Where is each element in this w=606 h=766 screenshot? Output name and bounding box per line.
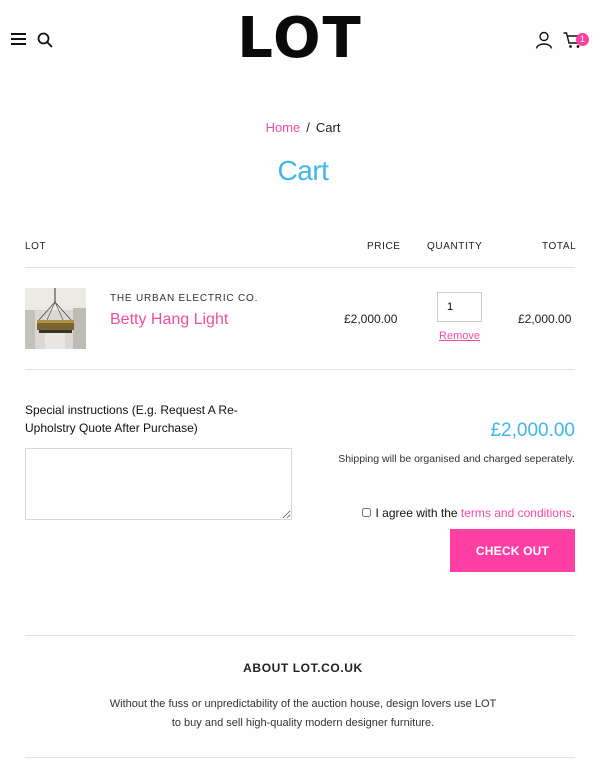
product-line-total: £2,000.00 bbox=[518, 312, 572, 326]
about-heading: ABOUT LOT.CO.UK bbox=[243, 661, 363, 675]
site-header: LOT 1 bbox=[0, 0, 606, 80]
terms-agreement: I agree with the terms and conditions. bbox=[361, 506, 575, 520]
remove-link[interactable]: Remove bbox=[437, 330, 482, 342]
quantity-input[interactable] bbox=[437, 292, 482, 322]
search-icon[interactable] bbox=[37, 32, 53, 48]
breadcrumb-separator: / bbox=[306, 120, 310, 135]
cart-count-badge: 1 bbox=[576, 33, 589, 46]
page-title: Cart bbox=[277, 155, 329, 186]
about-line-2: to buy and sell high-quality modern desi… bbox=[171, 717, 435, 729]
breadcrumb-home-link[interactable]: Home bbox=[266, 120, 301, 135]
column-header-lot: LOT bbox=[25, 241, 47, 252]
about-line-1: Without the fuss or unpredictability of … bbox=[109, 698, 497, 710]
footer-divider bbox=[25, 635, 575, 636]
column-header-quantity: QUANTITY bbox=[427, 241, 483, 252]
agree-suffix: . bbox=[571, 506, 575, 520]
checkout-button[interactable]: CHECK OUT bbox=[450, 529, 575, 572]
product-vendor: THE URBAN ELECTRIC CO. bbox=[110, 293, 259, 304]
terms-checkbox[interactable] bbox=[361, 508, 371, 517]
cart-subtotal: £2,000.00 bbox=[490, 420, 575, 441]
breadcrumb-current: Cart bbox=[315, 120, 341, 135]
hamburger-menu-icon[interactable] bbox=[11, 33, 26, 46]
special-instructions-label: Special instructions (E.g. Request A Re-… bbox=[25, 403, 238, 435]
table-divider bbox=[25, 369, 575, 370]
table-divider bbox=[25, 267, 575, 268]
agree-text: I agree with the bbox=[375, 506, 458, 520]
product-thumbnail[interactable] bbox=[25, 288, 86, 349]
special-instructions-textarea[interactable] bbox=[25, 448, 292, 520]
user-icon[interactable] bbox=[535, 31, 553, 49]
site-logo[interactable]: LOT bbox=[230, 8, 370, 70]
product-name-link[interactable]: Betty Hang Light bbox=[110, 311, 228, 329]
footer-divider bbox=[25, 757, 575, 758]
shipping-note: Shipping will be organised and charged s… bbox=[338, 453, 575, 465]
terms-link[interactable]: terms and conditions bbox=[461, 506, 572, 520]
breadcrumb: Home / Cart bbox=[0, 120, 606, 135]
about-description: Without the fuss or unpredictability of … bbox=[0, 695, 606, 733]
column-header-total: TOTAL bbox=[542, 241, 577, 252]
product-price: £2,000.00 bbox=[344, 312, 398, 326]
column-header-price: PRICE bbox=[367, 241, 401, 252]
